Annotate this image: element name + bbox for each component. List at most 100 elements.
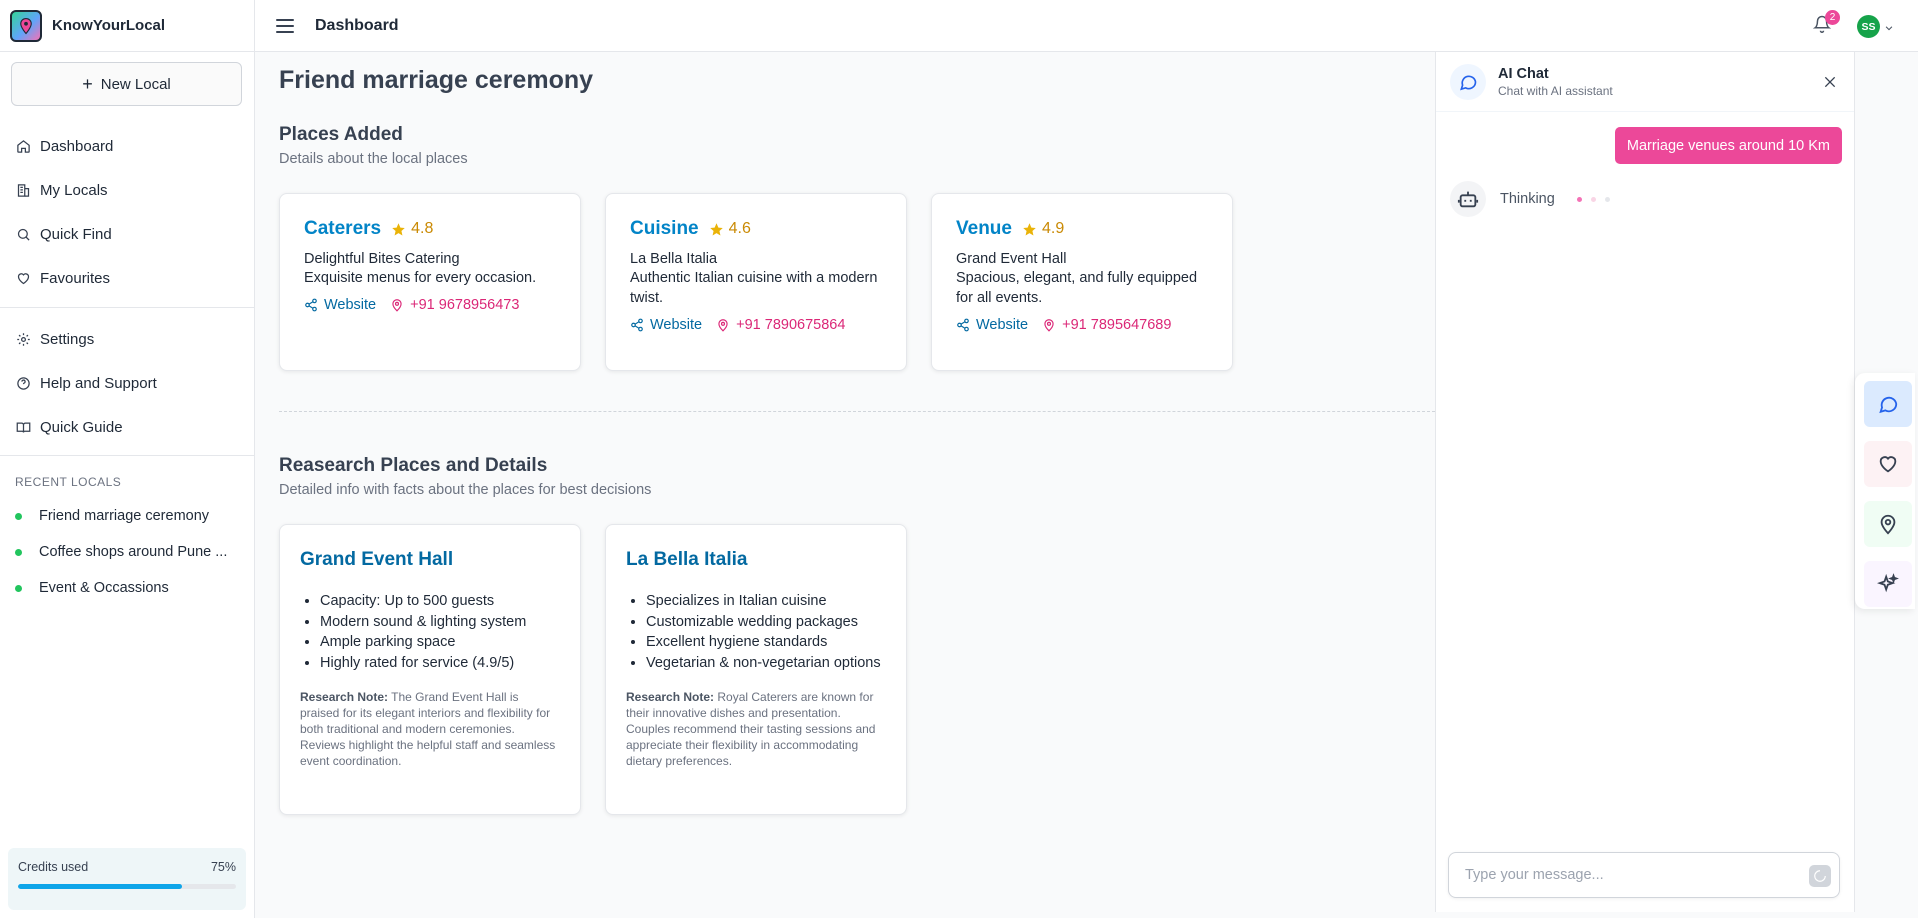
credits-value: 75%: [210, 860, 236, 874]
primary-nav: Dashboard My Locals Quick Find Favourite…: [0, 124, 255, 300]
credits-widget: Credits used 75%: [8, 848, 246, 910]
map-pin-icon: [392, 299, 402, 312]
sidebar-item-dashboard[interactable]: Dashboard: [0, 124, 255, 168]
chat-message-input[interactable]: Type your message...: [1448, 852, 1840, 898]
recent-local-item[interactable]: Coffee shops around Pune ...: [0, 534, 255, 570]
recent-local-label: Event & Occassions: [39, 580, 169, 596]
places-section-title: Places Added: [279, 124, 403, 145]
place-category[interactable]: Caterers: [304, 218, 381, 240]
status-dot: [15, 584, 22, 592]
research-card[interactable]: La Bella Italia Specializes in Italian c…: [605, 524, 907, 815]
notifications-button[interactable]: 2: [1812, 10, 1840, 35]
gear-icon: [17, 332, 30, 346]
quick-actions-rail: [1855, 373, 1915, 609]
sidebar-item-label: My Locals: [40, 181, 108, 199]
recent-locals-heading: RECENT LOCALS: [15, 475, 122, 489]
share-icon: [957, 318, 969, 332]
phone-link[interactable]: +91 7895647689: [1042, 317, 1171, 333]
sidebar: KnowYourLocal + New Local Dashboard My L…: [0, 0, 255, 918]
list-item: Modern sound & lighting system: [320, 612, 560, 633]
recent-locals-list: Friend marriage ceremony Coffee shops ar…: [0, 498, 255, 606]
place-card[interactable]: Cuisine 4.6 La Bella Italia Authentic It…: [605, 193, 907, 371]
heart-icon: [17, 272, 30, 284]
avatar[interactable]: SS: [1857, 15, 1880, 38]
research-section-subtitle: Detailed info with facts about the place…: [279, 482, 652, 498]
status-dot: [15, 512, 22, 520]
website-link[interactable]: Website: [956, 317, 1028, 333]
chat-title: AI Chat: [1498, 65, 1549, 82]
place-description: Authentic Italian cuisine with a modern …: [630, 270, 878, 306]
research-card-title[interactable]: Grand Event Hall: [300, 549, 560, 571]
section-divider: [279, 411, 1435, 412]
research-card-title[interactable]: La Bella Italia: [626, 549, 886, 571]
phone-number: +91 7895647689: [1062, 317, 1172, 333]
close-icon[interactable]: [1822, 74, 1838, 90]
app-logo-icon: [10, 9, 42, 42]
sidebar-item-settings[interactable]: Settings: [0, 317, 255, 361]
list-item: Highly rated for service (4.9/5): [320, 653, 560, 674]
sidebar-item-label: Help and Support: [40, 374, 157, 392]
place-category[interactable]: Cuisine: [630, 218, 699, 240]
thinking-label: Thinking: [1500, 191, 1555, 207]
website-link[interactable]: Website: [630, 317, 702, 333]
place-rating: 4.8: [411, 220, 434, 237]
notification-badge: 2: [1825, 10, 1840, 25]
place-name: Grand Event Hall: [956, 251, 1067, 267]
place-rating: 4.6: [728, 220, 751, 237]
spinner-icon: [1814, 870, 1826, 882]
website-link[interactable]: Website: [304, 297, 376, 313]
bot-icon: [1450, 181, 1486, 217]
map-pin-icon: [718, 319, 728, 332]
recent-local-item[interactable]: Event & Occassions: [0, 570, 255, 606]
sidebar-item-quick-guide[interactable]: Quick Guide: [0, 405, 255, 449]
rail-chat-button[interactable]: [1864, 381, 1912, 427]
ai-chat-panel: AI Chat Chat with AI assistant Marriage …: [1435, 52, 1855, 912]
list-item: Capacity: Up to 500 guests: [320, 591, 560, 612]
user-message: Marriage venues around 10 Km: [1614, 127, 1842, 164]
place-description: Spacious, elegant, and fully equipped fo…: [956, 270, 1198, 306]
heart-icon: [1879, 456, 1897, 473]
credits-progress-bar: [18, 884, 236, 889]
search-icon: [17, 228, 30, 241]
sidebar-item-label: Quick Guide: [40, 418, 123, 436]
sidebar-divider: [0, 455, 255, 456]
star-icon: [709, 222, 723, 235]
sidebar-item-favourites[interactable]: Favourites: [0, 256, 255, 300]
sidebar-item-help-and-support[interactable]: Help and Support: [0, 361, 255, 405]
menu-toggle-icon[interactable]: [275, 16, 295, 36]
phone-number: +91 7890675864: [736, 317, 846, 333]
new-local-label: New Local: [100, 75, 171, 93]
place-name: La Bella Italia: [630, 251, 718, 267]
research-card[interactable]: Grand Event Hall Capacity: Up to 500 gue…: [279, 524, 581, 815]
app-name: KnowYourLocal: [52, 17, 166, 34]
send-button[interactable]: [1809, 865, 1831, 887]
sidebar-item-quick-find[interactable]: Quick Find: [0, 212, 255, 256]
rail-location-button[interactable]: [1864, 501, 1912, 547]
star-icon: [1023, 222, 1036, 235]
typing-dot: [1576, 196, 1582, 202]
phone-link[interactable]: +91 9678956473: [390, 297, 519, 313]
place-description: Exquisite menus for every occasion.: [304, 270, 537, 286]
sidebar-item-label: Favourites: [40, 269, 111, 287]
website-link-label: Website: [650, 317, 703, 333]
sidebar-item-my-locals[interactable]: My Locals: [0, 168, 255, 212]
chat-input-placeholder: Type your message...: [1465, 867, 1604, 883]
typing-dot: [1590, 196, 1596, 202]
rail-ai-button[interactable]: [1864, 561, 1912, 607]
brand[interactable]: KnowYourLocal: [0, 0, 254, 52]
topbar: Dashboard 2 SS: [255, 0, 1918, 52]
chevron-down-icon[interactable]: [1884, 20, 1894, 31]
credits-label: Credits used: [18, 860, 89, 874]
place-card[interactable]: Venue 4.9 Grand Event Hall Spacious, ele…: [931, 193, 1233, 371]
place-category[interactable]: Venue: [956, 218, 1012, 240]
share-icon: [305, 298, 317, 312]
phone-link[interactable]: +91 7890675864: [716, 317, 845, 333]
place-card[interactable]: Caterers 4.8 Delightful Bites Catering E…: [279, 193, 581, 371]
map-pin-icon: [1044, 319, 1054, 332]
list-item: Excellent hygiene standards: [646, 632, 886, 653]
recent-local-item[interactable]: Friend marriage ceremony: [0, 498, 255, 534]
list-item: Specializes in Italian cuisine: [646, 591, 886, 612]
rail-favourites-button[interactable]: [1864, 441, 1912, 487]
credits-progress-fill: [18, 884, 182, 889]
new-local-button[interactable]: + New Local: [11, 62, 242, 106]
